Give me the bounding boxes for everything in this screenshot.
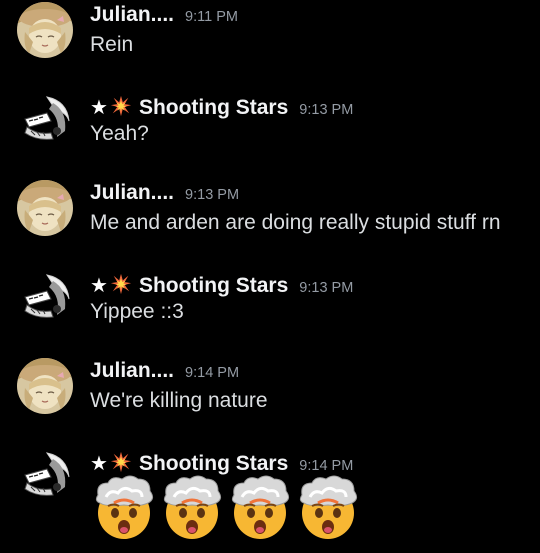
username[interactable]: Julian.... xyxy=(90,3,174,27)
timestamp: 9:14 PM xyxy=(185,365,240,381)
exploding-head-emoji-icon[interactable] xyxy=(294,473,362,541)
message-text: Yippee ::3 xyxy=(90,300,184,323)
message-item: ★ Shooting Stars 9:13 PM Yippee ::3 xyxy=(0,267,540,347)
shooting-stars-avatar[interactable] xyxy=(17,91,73,147)
collision-icon xyxy=(110,95,132,117)
message-header: ★ Shooting Stars 9:13 PM xyxy=(90,270,353,298)
username[interactable]: Julian.... xyxy=(90,359,174,383)
message-item: Julian.... 9:11 PM Rein xyxy=(0,0,540,80)
message-item: Julian.... 9:13 PM Me and arden are doin… xyxy=(0,178,540,258)
julian-avatar[interactable] xyxy=(17,180,73,236)
timestamp: 9:13 PM xyxy=(299,102,354,118)
star-icon: ★ xyxy=(90,95,108,119)
message-header: Julian.... 9:13 PM xyxy=(90,181,239,209)
username[interactable]: Shooting Stars xyxy=(139,96,288,120)
username[interactable]: Shooting Stars xyxy=(139,274,288,298)
timestamp: 9:14 PM xyxy=(299,458,354,474)
collision-icon xyxy=(110,273,132,295)
julian-avatar-icon xyxy=(17,180,73,236)
timestamp: 9:11 PM xyxy=(185,9,238,25)
exploding-head-emoji-icon[interactable] xyxy=(158,473,226,541)
emoji-message xyxy=(90,473,362,541)
star-icon: ★ xyxy=(90,451,108,475)
shooting-stars-avatar[interactable] xyxy=(17,269,73,325)
message-text: Me and arden are doing really stupid stu… xyxy=(90,211,501,234)
julian-avatar-icon xyxy=(17,2,73,58)
message-item: ★ Shooting Stars 9:14 PM xyxy=(0,445,540,525)
message-item: ★ Shooting Stars 9:13 PM Yeah? xyxy=(0,89,540,169)
timestamp: 9:13 PM xyxy=(185,187,240,203)
message-header: Julian.... 9:14 PM xyxy=(90,359,239,387)
collision-icon xyxy=(110,451,132,473)
message-header: Julian.... 9:11 PM xyxy=(90,3,238,31)
chat-message-list: Julian.... 9:11 PM Rein ★ Shooting Stars… xyxy=(0,0,540,553)
timestamp: 9:13 PM xyxy=(299,280,354,296)
shooting-stars-avatar-icon xyxy=(17,91,73,147)
message-header: ★ Shooting Stars 9:13 PM xyxy=(90,92,353,120)
shooting-stars-avatar[interactable] xyxy=(17,447,73,503)
julian-avatar-icon xyxy=(17,358,73,414)
message-header: ★ Shooting Stars 9:14 PM xyxy=(90,448,353,476)
message-text: We're killing nature xyxy=(90,389,268,412)
exploding-head-emoji-icon[interactable] xyxy=(90,473,158,541)
message-text: Rein xyxy=(90,33,134,56)
shooting-stars-avatar-icon xyxy=(17,269,73,325)
message-text: Yeah? xyxy=(90,122,149,145)
exploding-head-emoji-icon[interactable] xyxy=(226,473,294,541)
username[interactable]: Julian.... xyxy=(90,181,174,205)
message-item: Julian.... 9:14 PM We're killing nature xyxy=(0,356,540,436)
julian-avatar[interactable] xyxy=(17,2,73,58)
shooting-stars-avatar-icon xyxy=(17,447,73,503)
star-icon: ★ xyxy=(90,273,108,297)
julian-avatar[interactable] xyxy=(17,358,73,414)
